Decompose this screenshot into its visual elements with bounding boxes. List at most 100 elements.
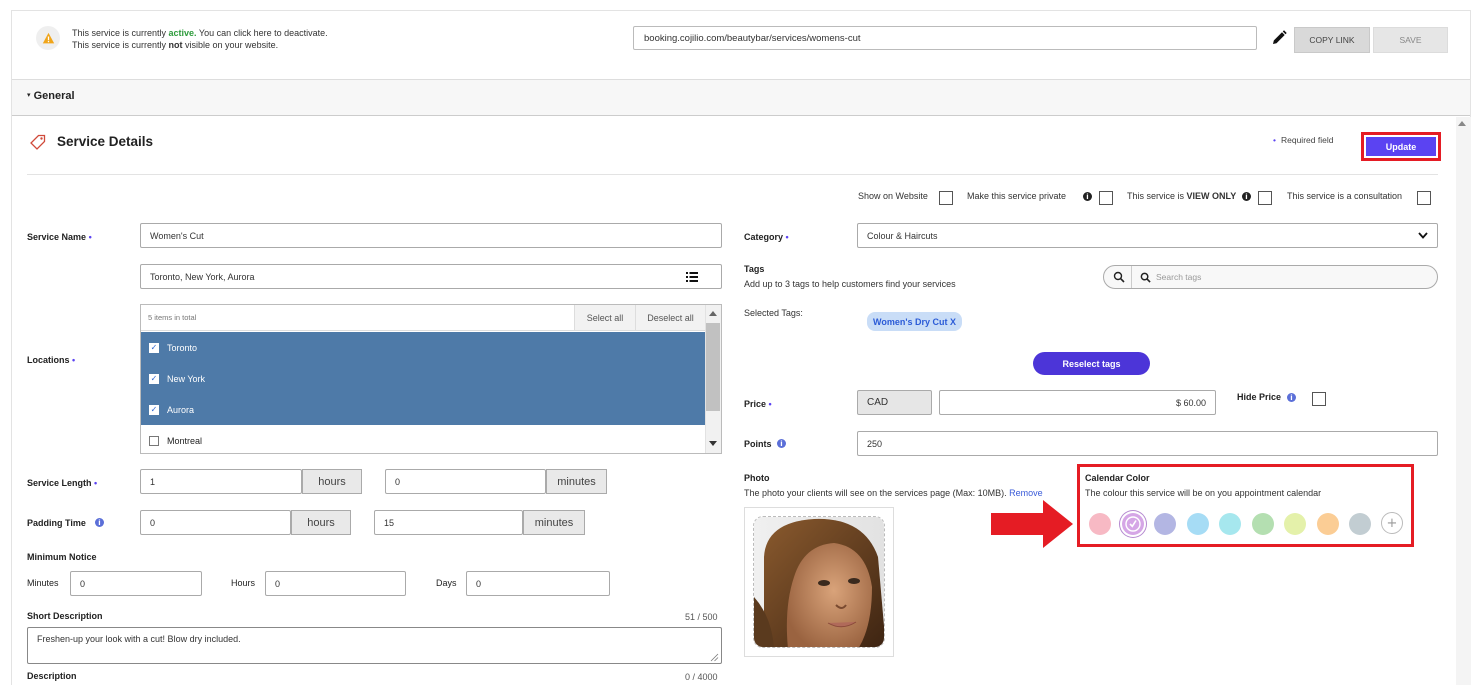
color-swatch[interactable] [1349, 513, 1371, 535]
color-swatch[interactable] [1284, 513, 1306, 535]
location-item-toronto[interactable]: ✓ Toronto [141, 332, 705, 363]
resize-handle-icon[interactable] [710, 653, 719, 662]
update-button[interactable]: Update [1366, 137, 1436, 156]
status-active-text[interactable]: This service is currently active. You ca… [72, 28, 328, 38]
description-counter: 0 / 4000 [685, 672, 718, 682]
general-accordion[interactable] [12, 79, 1470, 116]
search-icon [1140, 272, 1151, 283]
info-icon[interactable]: i [1083, 192, 1092, 201]
tags-label: Tags [744, 264, 765, 274]
points-input[interactable]: 250 [857, 431, 1438, 456]
pencil-icon[interactable] [1270, 29, 1288, 47]
service-photo[interactable] [753, 516, 885, 648]
currency-field: CAD [857, 390, 932, 415]
short-description-counter: 51 / 500 [685, 612, 718, 622]
red-arrow-icon [991, 500, 1073, 548]
hours-addon: hours [302, 469, 362, 494]
points-label: Points [744, 439, 772, 449]
copy-link-button[interactable]: COPY LINK [1294, 27, 1370, 53]
location-item-montreal[interactable]: Montreal [141, 425, 705, 453]
add-color-icon[interactable]: + [1381, 512, 1403, 534]
location-item-aurora[interactable]: ✓ Aurora [141, 394, 705, 425]
service-name-label: Service Name • [27, 232, 92, 242]
reselect-tags-button[interactable]: Reselect tags [1033, 352, 1150, 375]
service-length-hours-input[interactable]: 1 [140, 469, 302, 494]
padding-hours-input[interactable]: 0 [140, 510, 291, 535]
locations-list[interactable]: 5 items in total Select all Deselect all… [140, 304, 722, 454]
list-icon[interactable] [686, 271, 698, 282]
padding-minutes-input[interactable]: 15 [374, 510, 523, 535]
make-private-checkbox[interactable] [1099, 191, 1113, 205]
notice-days-label: Days [436, 578, 457, 588]
general-toggle[interactable]: ▾ General [27, 90, 75, 102]
info-icon[interactable]: i [1287, 393, 1296, 402]
padding-time-label: Padding Time [27, 518, 86, 528]
notice-hours-input[interactable]: 0 [265, 571, 406, 596]
checkbox-checked-icon[interactable]: ✓ [149, 404, 159, 415]
color-swatch[interactable] [1251, 513, 1274, 535]
show-on-website-label: Show on Website [858, 191, 928, 201]
status-visibility-text: This service is currently not visible on… [72, 40, 279, 50]
color-swatch[interactable] [1121, 513, 1144, 535]
scroll-down-arrow-icon[interactable] [709, 441, 717, 446]
page-scrollbar[interactable] [1456, 117, 1471, 685]
caret-down-icon: ▾ [27, 91, 31, 99]
location-item-new-york[interactable]: ✓ New York [141, 363, 705, 394]
booking-url-field[interactable]: booking.cojilio.com/beautybar/services/w… [633, 26, 1257, 50]
checkbox-checked-icon[interactable]: ✓ [149, 373, 159, 384]
hours-addon: hours [291, 510, 351, 535]
price-input[interactable]: $ 60.00 [939, 390, 1216, 415]
consultation-checkbox[interactable] [1417, 191, 1431, 205]
save-button[interactable]: SAVE [1373, 27, 1448, 53]
service-name-input[interactable]: Women's Cut [140, 223, 722, 248]
locations-summary-field[interactable]: Toronto, New York, Aurora [140, 264, 722, 289]
search-tags-placeholder: Search tags [1156, 272, 1202, 282]
service-details-title: Service Details [57, 134, 154, 149]
photo-card[interactable] [744, 507, 894, 657]
color-swatch[interactable] [1186, 513, 1209, 535]
locations-count: 5 items in total [148, 313, 197, 322]
hide-price-label: Hide Price [1237, 392, 1282, 402]
scroll-up-arrow-icon[interactable] [1458, 121, 1466, 126]
minutes-addon: minutes [546, 469, 607, 494]
notice-hours-label: Hours [231, 578, 256, 588]
required-marker: • [1273, 135, 1276, 145]
notice-minutes-input[interactable]: 0 [70, 571, 202, 596]
locations-list-header: 5 items in total Select all Deselect all [141, 305, 705, 331]
info-icon[interactable]: i [777, 439, 786, 448]
deselect-all-button[interactable]: Deselect all [635, 305, 705, 330]
chevron-down-icon [1418, 232, 1428, 239]
service-length-minutes-input[interactable]: 0 [385, 469, 546, 494]
short-description-textarea[interactable]: Freshen-up your look with a cut! Blow dr… [27, 627, 722, 664]
select-all-button[interactable]: Select all [574, 305, 635, 330]
check-icon [1124, 516, 1141, 532]
selected-tag-chip[interactable]: Women's Dry Cut X [867, 312, 962, 331]
make-private-label: Make this service private [967, 191, 1067, 201]
locations-label: Locations • [27, 355, 76, 365]
checkbox-checked-icon[interactable]: ✓ [149, 342, 159, 353]
color-swatch[interactable] [1154, 513, 1176, 535]
color-swatch[interactable] [1219, 513, 1241, 535]
search-icon[interactable] [1113, 271, 1125, 283]
view-only-checkbox[interactable] [1258, 191, 1272, 205]
category-select[interactable]: Colour & Haircuts [857, 223, 1438, 248]
color-swatch[interactable] [1089, 513, 1111, 535]
notice-days-input[interactable]: 0 [466, 571, 610, 596]
tags-search-box[interactable]: Search tags [1103, 265, 1438, 289]
color-swatch[interactable] [1316, 513, 1339, 535]
service-length-label: Service Length • [27, 478, 98, 488]
info-icon[interactable]: i [95, 518, 104, 527]
photo-remove-link[interactable]: Remove [1009, 488, 1043, 498]
short-description-label: Short Description [27, 611, 103, 621]
show-on-website-checkbox[interactable] [939, 191, 953, 205]
minutes-addon: minutes [523, 510, 585, 535]
scroll-up-arrow-icon[interactable] [709, 311, 717, 316]
hide-price-checkbox[interactable] [1312, 392, 1326, 406]
section-divider [27, 174, 1438, 175]
info-icon[interactable]: i [1242, 192, 1251, 201]
minimum-notice-label: Minimum Notice [27, 552, 97, 562]
checkbox-unchecked-icon[interactable] [149, 435, 159, 446]
price-label: Price • [744, 399, 772, 409]
locations-scroll-thumb[interactable] [706, 323, 720, 411]
category-label: Category • [744, 232, 789, 242]
